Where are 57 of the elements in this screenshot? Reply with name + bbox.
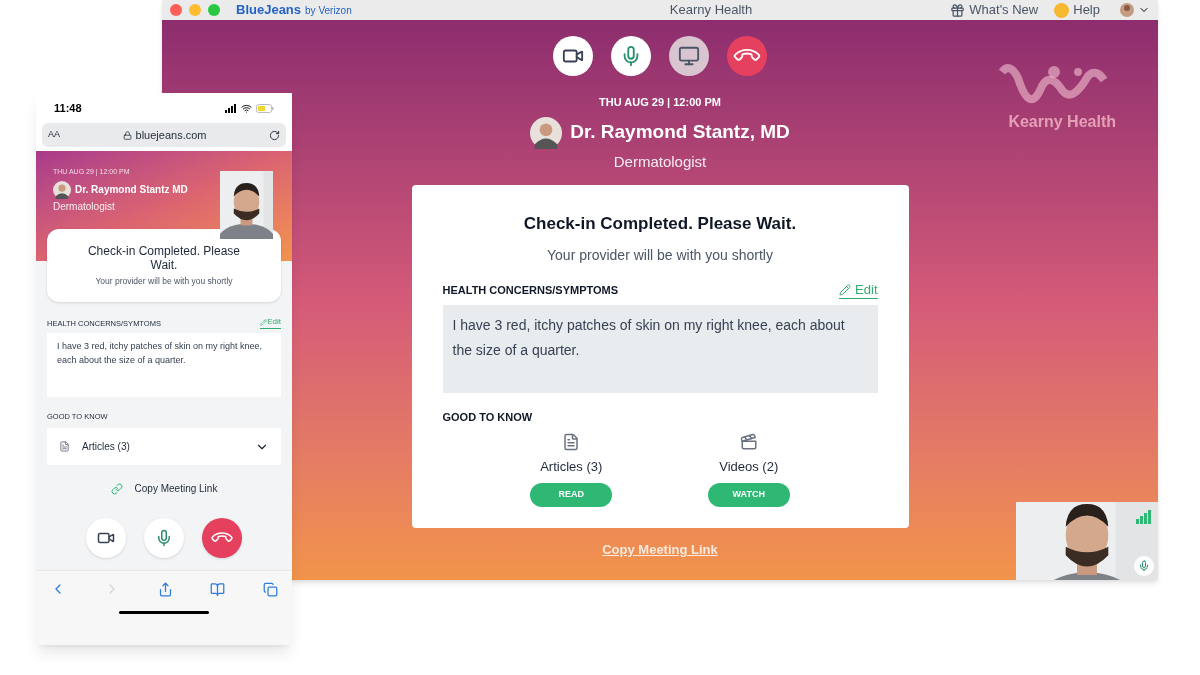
- user-avatar-icon[interactable]: [1120, 3, 1134, 17]
- symptoms-field[interactable]: I have 3 red, itchy patches of skin on my right knee, each about the size of a quarter.: [47, 333, 281, 397]
- resource-label: Articles (3): [540, 458, 603, 476]
- link-icon: [110, 482, 123, 495]
- signal-bars-icon: [1136, 510, 1152, 524]
- doctor-avatar-icon: [53, 180, 71, 199]
- doctor-name: Dr. Raymond Stantz, MD: [570, 120, 790, 145]
- film-icon: [739, 433, 758, 451]
- pencil-icon: [260, 318, 268, 326]
- whats-new-button[interactable]: What's New: [969, 0, 1039, 20]
- section-heading: HEALTH CONCERNS/SYMPTOMS: [442, 283, 619, 298]
- logo-text: Kearny Health: [1008, 112, 1116, 132]
- card-subtitle: Your provider will be with you shortly: [546, 245, 774, 265]
- symptoms-field[interactable]: I have 3 red, itchy patches of skin on my right knee, each about the size of a quarter.: [442, 304, 878, 393]
- hang-up-button[interactable]: [727, 36, 767, 76]
- card-title: Check-in Completed. Please Wait.: [522, 213, 798, 235]
- document-icon: [562, 433, 581, 451]
- address-bar[interactable]: AA bluejeans.com: [42, 123, 286, 147]
- section-heading: GOOD TO KNOW: [442, 409, 534, 425]
- brand-logo: BlueJeans: [236, 1, 302, 20]
- signal-bars-icon: [225, 103, 237, 113]
- clock: 11:48: [54, 100, 83, 116]
- document-icon: [59, 441, 70, 453]
- articles-row[interactable]: Articles (3): [47, 428, 281, 466]
- reload-icon: [269, 129, 280, 141]
- resource-label: Videos (2): [719, 458, 779, 476]
- appointment-time: THU AUG 29 | 12:00 PM: [599, 95, 721, 110]
- text-size-button[interactable]: AA: [48, 128, 60, 142]
- doctor-specialty: Dermatologist: [53, 199, 116, 214]
- doctor-avatar-icon: [530, 116, 563, 149]
- screen-share-button[interactable]: [669, 36, 709, 76]
- card-title: Check-in Completed. Please Wait.: [86, 243, 242, 272]
- close-icon[interactable]: [170, 4, 182, 16]
- doctor-specialty: Dermatologist: [613, 151, 707, 172]
- url-text: bluejeans.com: [135, 127, 207, 143]
- tabs-icon[interactable]: [263, 581, 278, 597]
- card-subtitle: Your provider will be with you shortly: [95, 274, 233, 288]
- microphone-icon: [1138, 560, 1150, 572]
- camera-button[interactable]: [86, 518, 126, 559]
- battery-icon: [256, 103, 274, 113]
- lock-icon: [122, 130, 132, 140]
- window-title: Kearny Health: [668, 1, 754, 20]
- gift-icon: [950, 2, 966, 18]
- bookmarks-icon[interactable]: [210, 581, 226, 597]
- brand-suffix: by Verizon: [305, 3, 352, 18]
- microphone-icon: [155, 529, 173, 548]
- microphone-button[interactable]: [611, 36, 651, 76]
- share-icon[interactable]: [157, 581, 173, 597]
- camera-button[interactable]: [553, 36, 593, 76]
- wifi-icon: [241, 102, 252, 114]
- help-button[interactable]: Help: [1073, 0, 1100, 20]
- pencil-icon: [839, 283, 852, 296]
- doctor-name: Dr. Raymond Stantz MD: [75, 183, 188, 197]
- copy-link-button[interactable]: Copy Meeting Link: [110, 481, 218, 497]
- monitor-icon: [678, 45, 700, 67]
- hang-up-button[interactable]: [202, 518, 242, 559]
- microphone-button[interactable]: [144, 518, 184, 559]
